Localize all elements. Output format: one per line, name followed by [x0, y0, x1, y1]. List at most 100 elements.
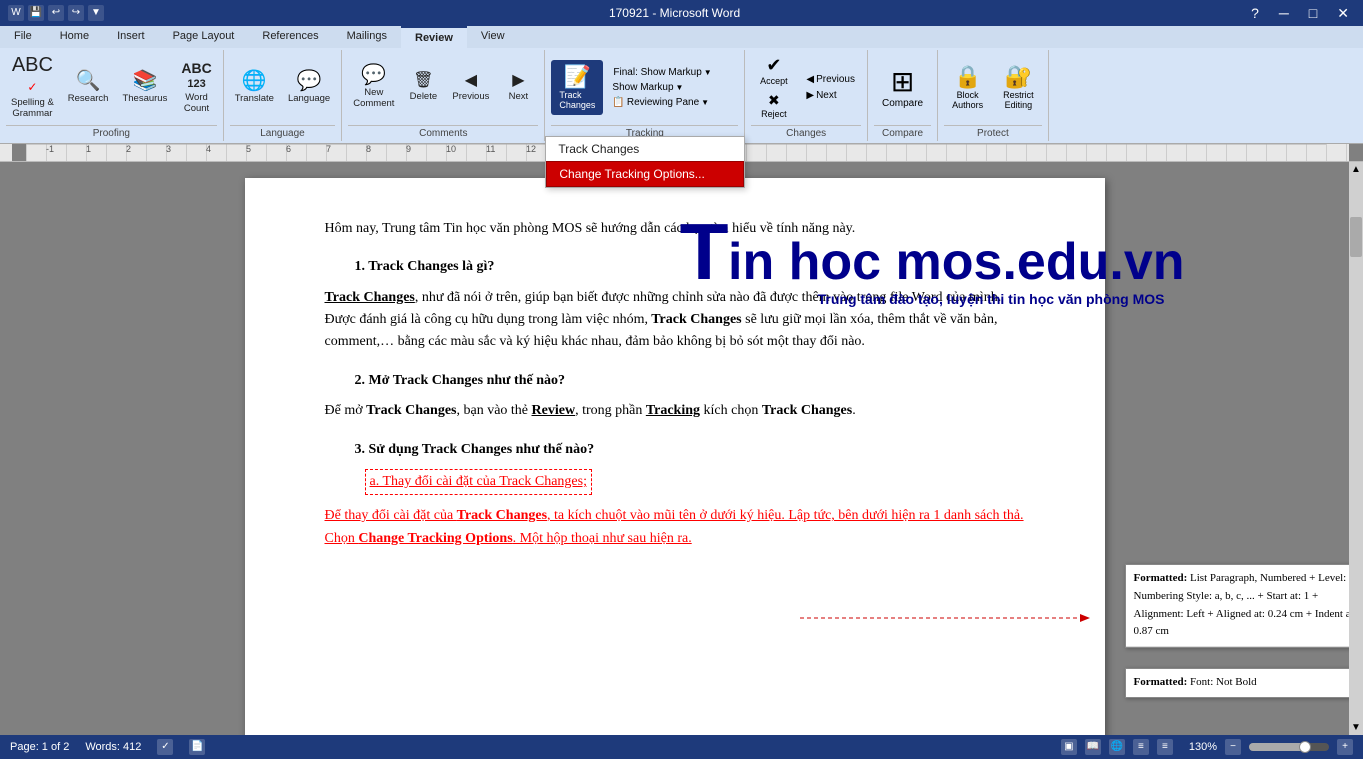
track-changes-term1: Track Changes [325, 290, 415, 305]
zoom-in-icon[interactable]: + [1337, 739, 1353, 755]
view-outline-icon[interactable]: ≡ [1133, 739, 1149, 755]
new-comment-label: NewComment [353, 87, 394, 110]
show-markup-row[interactable]: Show Markup ▼ [609, 81, 715, 94]
scrollbar-thumb[interactable] [1350, 217, 1362, 257]
tab-references[interactable]: References [248, 26, 332, 48]
word-logo-icon: W [8, 5, 24, 21]
comments-buttons: 💬 NewComment 🗑 Delete ◀ Previous ▶ Next [348, 52, 538, 123]
tab-insert[interactable]: Insert [103, 26, 159, 48]
translate-button[interactable]: 🌐 Translate [230, 68, 279, 107]
track-changes-menu-item[interactable]: Track Changes [546, 137, 744, 161]
maximize-button[interactable]: □ [1303, 5, 1323, 22]
block-authors-button[interactable]: 🔒 BlockAuthors [944, 61, 991, 113]
window-title: 170921 - Microsoft Word [104, 6, 1245, 20]
changes-nav-area: ◀ Previous ▶ Next [800, 72, 861, 103]
quick-access-toolbar: W 💾 ↩ ↪ ▼ [8, 5, 104, 21]
accept-button[interactable]: ✔ Accept [751, 53, 796, 88]
reviewing-pane-arrow: ▼ [701, 98, 709, 107]
zoom-slider-thumb[interactable] [1299, 741, 1311, 753]
track-changes-term2: Track Changes [648, 312, 742, 327]
help-icon[interactable]: ? [1245, 5, 1265, 22]
zoom-slider[interactable] [1249, 743, 1329, 751]
formatted-text-2: Font: Not Bold [1190, 676, 1257, 688]
changes-next-button[interactable]: ▶ Next [800, 88, 861, 103]
spelling-icon: ABC✓ [12, 55, 53, 95]
tc-ref1: Track Changes [366, 403, 456, 418]
proofing-group-label: Proofing [6, 125, 217, 139]
research-label: Research [68, 93, 109, 104]
tab-file[interactable]: File [0, 26, 46, 48]
document-icon[interactable]: 📄 [189, 739, 205, 755]
changes-previous-label: Previous [816, 74, 855, 85]
final-show-markup-dropdown[interactable]: Final: Show Markup ▼ [609, 66, 715, 79]
doc-scroll-area[interactable]: T in hoc mos.edu.vn Trung tâm đào tạo, l… [0, 162, 1349, 735]
research-button[interactable]: 🔍 Research [63, 68, 114, 107]
spelling-grammar-button[interactable]: ABC✓ Spelling &Grammar [6, 52, 59, 123]
tab-home[interactable]: Home [46, 26, 103, 48]
vertical-scrollbar[interactable]: ▲ ▼ [1349, 162, 1363, 735]
tab-page-layout[interactable]: Page Layout [159, 26, 249, 48]
title-bar: W 💾 ↩ ↪ ▼ 170921 - Microsoft Word ? ─ □ … [0, 0, 1363, 26]
compare-button[interactable]: ⊞ Compare [874, 62, 931, 112]
previous-comment-button[interactable]: ◀ Previous [447, 70, 494, 105]
view-normal-icon[interactable]: ▣ [1061, 739, 1077, 755]
formatted-box-2: Formatted: Font: Not Bold [1125, 668, 1350, 698]
tab-review[interactable]: Review [401, 26, 467, 48]
heading1-text: 1. Track Changes là gì? [355, 259, 495, 274]
minimize-button[interactable]: ─ [1273, 5, 1295, 22]
status-right: ▣ 📖 🌐 ≡ ≡ 130% − + [1061, 739, 1353, 755]
ribbon: File Home Insert Page Layout References … [0, 26, 1363, 144]
translate-label: Translate [235, 93, 274, 104]
next-comment-button[interactable]: ▶ Next [498, 70, 538, 105]
reject-button[interactable]: ✖ Reject [751, 90, 796, 121]
language-label: Language [288, 93, 330, 104]
reject-icon: ✖ [768, 92, 780, 109]
thesaurus-label: Thesaurus [122, 93, 167, 104]
zoom-out-icon[interactable]: − [1225, 739, 1241, 755]
new-comment-button[interactable]: 💬 NewComment [348, 62, 399, 113]
tracking-group: 📝 TrackChanges Final: Show Markup ▼ Show… [545, 50, 745, 141]
scroll-down-button[interactable]: ▼ [1349, 720, 1363, 735]
close-button[interactable]: ✕ [1331, 5, 1355, 22]
language-icon: 💬 [297, 71, 322, 91]
undo-icon[interactable]: ↩ [48, 5, 64, 21]
word-count-label: WordCount [184, 92, 209, 115]
protect-area: 🔒 BlockAuthors 🔐 RestrictEditing [944, 61, 1042, 113]
doc-intro-text: Hôm nay, Trung tâm Tin học văn phòng MOS… [325, 221, 856, 236]
save-icon[interactable]: 💾 [28, 5, 44, 21]
thesaurus-button[interactable]: 📚 Thesaurus [117, 68, 172, 107]
view-draft-icon[interactable]: ≡ [1157, 739, 1173, 755]
language-button[interactable]: 💬 Language [283, 68, 335, 107]
reviewing-pane-row[interactable]: 📋 Reviewing Pane ▼ [609, 96, 715, 109]
heading3-text: 3. Sử dụng Track Changes như thế nào? [355, 442, 595, 457]
ribbon-content: ABC✓ Spelling &Grammar 🔍 Research 📚 Thes… [0, 48, 1363, 143]
delete-comment-button[interactable]: 🗑 Delete [403, 70, 443, 105]
new-comment-icon: 💬 [361, 65, 386, 85]
delete-comment-label: Delete [410, 91, 437, 102]
change-tracking-options-menu-item[interactable]: Change Tracking Options... [546, 161, 744, 187]
restrict-editing-button[interactable]: 🔐 RestrictEditing [995, 61, 1042, 113]
scroll-up-button[interactable]: ▲ [1349, 162, 1363, 177]
track-changes-icon: 📝 [564, 64, 591, 90]
app-body: T in hoc mos.edu.vn Trung tâm đào tạo, l… [0, 162, 1363, 735]
view-reading-icon[interactable]: 📖 [1085, 739, 1101, 755]
redo-icon[interactable]: ↪ [68, 5, 84, 21]
compare-icon: ⊞ [891, 65, 914, 98]
restrict-editing-label: RestrictEditing [1003, 90, 1034, 110]
changes-previous-button[interactable]: ◀ Previous [800, 72, 861, 87]
protect-buttons: 🔒 BlockAuthors 🔐 RestrictEditing [944, 52, 1042, 123]
proofing-buttons: ABC✓ Spelling &Grammar 🔍 Research 📚 Thes… [6, 52, 217, 123]
formatted-box-1: Formatted: List Paragraph, Numbered + Le… [1125, 564, 1350, 647]
tab-view[interactable]: View [467, 26, 519, 48]
formatted-box-2-content: Formatted: Font: Not Bold [1126, 669, 1350, 697]
tab-mailings[interactable]: Mailings [333, 26, 401, 48]
document-page: T in hoc mos.edu.vn Trung tâm đào tạo, l… [245, 178, 1105, 735]
word-count-button[interactable]: ABC123 WordCount [176, 58, 216, 118]
track-changes-button[interactable]: 📝 TrackChanges [551, 60, 603, 116]
heading2-text: 2. Mở Track Changes như thế nào? [355, 373, 566, 388]
spell-check-icon[interactable]: ✓ [157, 739, 173, 755]
view-web-icon[interactable]: 🌐 [1109, 739, 1125, 755]
review-ref: Review [532, 403, 576, 418]
formatted-arrow [800, 608, 1100, 628]
customize-icon[interactable]: ▼ [88, 5, 104, 21]
